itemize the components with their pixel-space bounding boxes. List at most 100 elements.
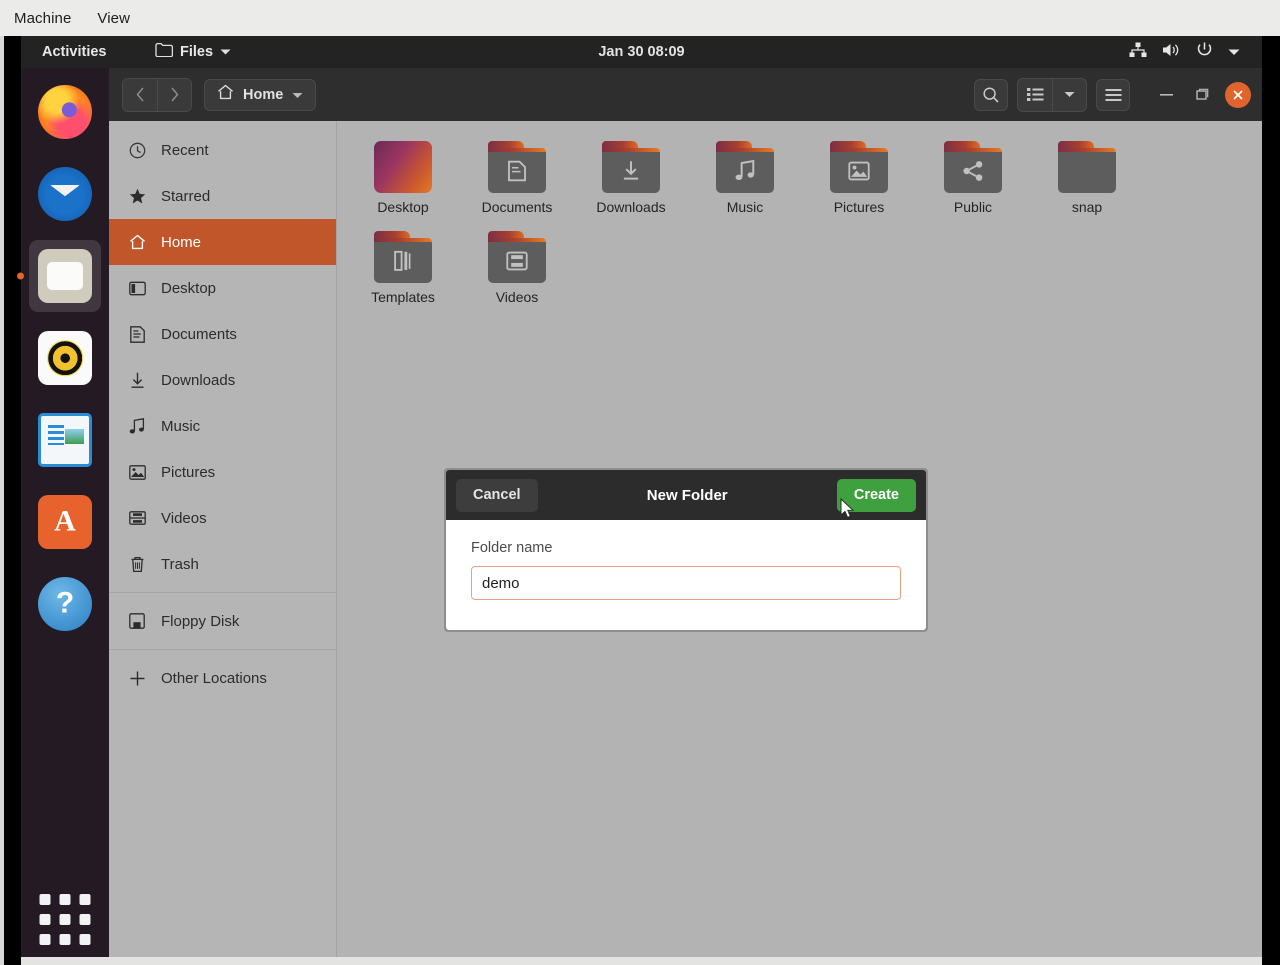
forward-button[interactable] [157, 79, 191, 111]
sidebar-item-label: Downloads [161, 372, 235, 389]
icon-grid: Desktop Documents [346, 135, 1254, 315]
pathbar-label: Home [243, 87, 283, 103]
folder-name-input[interactable]: demo [471, 566, 901, 600]
running-indicator-dot [17, 273, 24, 280]
show-applications-button[interactable] [40, 894, 91, 945]
folder-body [602, 148, 660, 193]
home-icon [128, 233, 146, 251]
folder-icon [374, 231, 432, 283]
sidebar-item-other-locations[interactable]: Other Locations [109, 655, 336, 701]
dialog-title: New Folder [647, 487, 728, 504]
dock-item-thunderbird[interactable] [29, 158, 101, 230]
vm-menu-view[interactable]: View [97, 10, 130, 27]
folder-icon [716, 141, 774, 193]
file-item-label: Pictures [834, 199, 885, 215]
view-mode-group [1017, 78, 1087, 112]
dock-item-rhythmbox[interactable] [29, 322, 101, 394]
dock-item-ubuntu-software[interactable] [29, 486, 101, 558]
folder-top-edge [488, 238, 546, 242]
sidebar-item-floppy-disk[interactable]: Floppy Disk [109, 598, 336, 644]
folder-top-edge [716, 148, 774, 152]
image-emblem-icon [848, 160, 870, 182]
list-view-button[interactable] [1018, 79, 1052, 111]
music-note-icon [128, 417, 146, 435]
files-icon [38, 249, 92, 303]
grid-dot [40, 914, 51, 925]
cancel-button[interactable]: Cancel [456, 479, 538, 512]
wallpaper-thumbnail-icon [374, 141, 432, 193]
pathbar-home-button[interactable]: Home [204, 79, 316, 111]
sidebar-item-music[interactable]: Music [109, 403, 336, 449]
chevron-down-icon [1228, 43, 1240, 61]
sidebar-item-label: Home [161, 234, 201, 251]
sidebar-item-documents[interactable]: Documents [109, 311, 336, 357]
file-item-label: Downloads [596, 199, 665, 215]
window-controls [1153, 82, 1251, 108]
file-item-public[interactable]: Public [916, 135, 1030, 225]
folder-body [1058, 148, 1116, 193]
grid-dot [40, 894, 51, 905]
file-item-documents[interactable]: Documents [460, 135, 574, 225]
navigation-buttons [122, 78, 192, 112]
grid-dot [80, 894, 91, 905]
file-item-snap[interactable]: snap [1030, 135, 1144, 225]
sidebar-item-videos[interactable]: Videos [109, 495, 336, 541]
dock-item-firefox[interactable] [29, 76, 101, 148]
back-button[interactable] [123, 79, 157, 111]
folder-body [944, 148, 1002, 193]
sidebar-item-downloads[interactable]: Downloads [109, 357, 336, 403]
folder-top-edge [1058, 148, 1116, 152]
view-options-dropdown[interactable] [1052, 79, 1086, 111]
guest-screen: Activities Files Jan 30 08:09 [0, 36, 1280, 965]
dock-item-help[interactable] [29, 568, 101, 640]
file-item-templates[interactable]: Templates [346, 225, 460, 315]
search-button[interactable] [974, 79, 1008, 111]
network-icon [1129, 42, 1147, 63]
sidebar-item-desktop[interactable]: Desktop [109, 265, 336, 311]
file-item-videos[interactable]: Videos [460, 225, 574, 315]
places-sidebar: Recent Starred Home [109, 121, 337, 965]
sidebar-item-recent[interactable]: Recent [109, 127, 336, 173]
sidebar-item-starred[interactable]: Starred [109, 173, 336, 219]
folder-name-label: Folder name [471, 540, 901, 556]
clock[interactable]: Jan 30 08:09 [21, 44, 1262, 60]
folder-body [488, 238, 546, 283]
folder-body [830, 148, 888, 193]
sidebar-item-pictures[interactable]: Pictures [109, 449, 336, 495]
sidebar-item-label: Recent [161, 142, 209, 159]
folder-icon [488, 231, 546, 283]
file-item-desktop[interactable]: Desktop [346, 135, 460, 225]
file-item-pictures[interactable]: Pictures [802, 135, 916, 225]
power-icon [1196, 41, 1213, 63]
file-item-label: Templates [371, 289, 435, 305]
vm-menu-machine[interactable]: Machine [14, 10, 71, 27]
screenshot-root: Machine View Activities Files Jan 30 08:… [0, 0, 1280, 965]
system-tray[interactable] [1129, 41, 1240, 63]
download-emblem-icon [620, 160, 642, 182]
new-folder-dialog: Cancel New Folder Create Folder name dem… [446, 470, 926, 630]
gnome-topbar: Activities Files Jan 30 08:09 [21, 36, 1262, 68]
maximize-button[interactable] [1189, 82, 1215, 108]
dock-item-libreoffice-writer[interactable] [29, 404, 101, 476]
file-item-music[interactable]: Music [688, 135, 802, 225]
clock-icon [128, 141, 146, 159]
screen-right-edge [1262, 36, 1280, 965]
desktop-icon [128, 279, 146, 297]
thunderbird-icon [38, 167, 92, 221]
vm-menubar: Machine View [0, 0, 1280, 36]
file-item-downloads[interactable]: Downloads [574, 135, 688, 225]
sidebar-item-home[interactable]: Home [109, 219, 336, 265]
dock-item-files[interactable] [29, 240, 101, 312]
close-button[interactable] [1225, 82, 1251, 108]
folder-top-edge [830, 148, 888, 152]
chevron-down-icon [292, 86, 303, 104]
trash-icon [128, 555, 146, 573]
folder-body [488, 148, 546, 193]
volume-icon [1162, 42, 1181, 63]
template-emblem-icon [392, 250, 414, 272]
file-item-label: Public [954, 199, 992, 215]
sidebar-item-trash[interactable]: Trash [109, 541, 336, 587]
hamburger-menu-button[interactable] [1096, 79, 1130, 111]
minimize-button[interactable] [1153, 82, 1179, 108]
sidebar-divider [109, 649, 336, 650]
